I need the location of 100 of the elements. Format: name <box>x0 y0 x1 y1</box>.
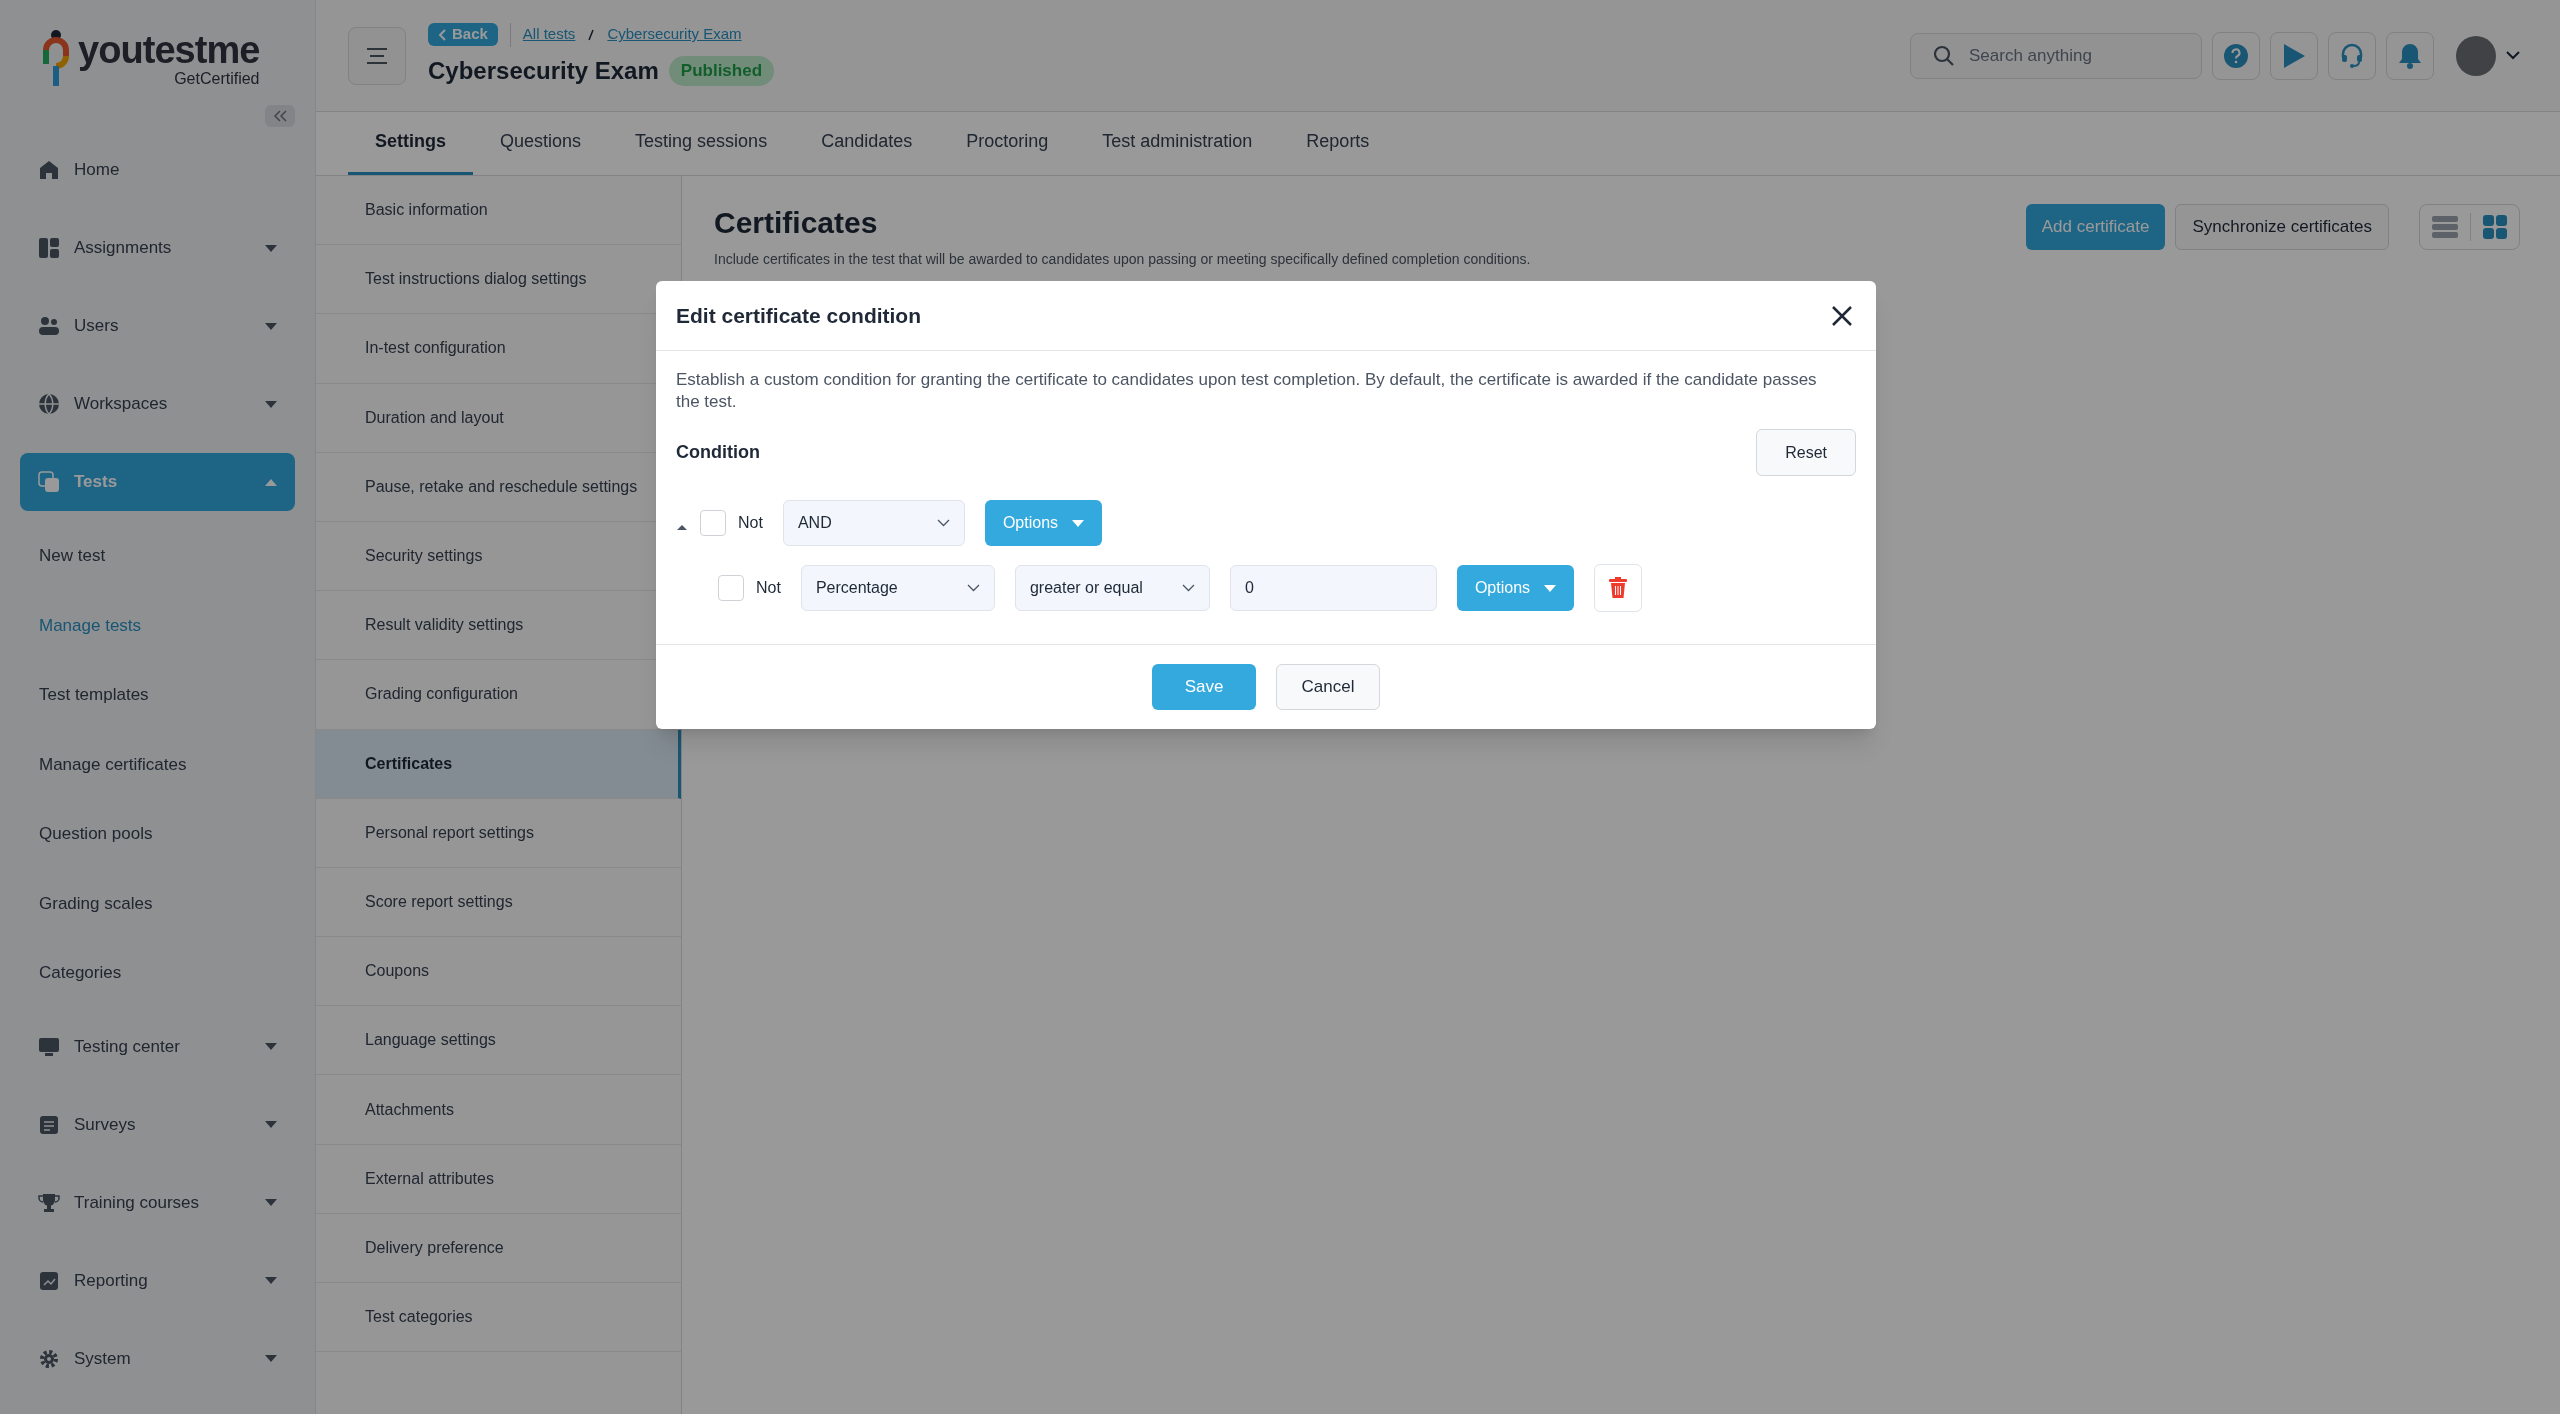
sidebar-item[interactable]: Home <box>20 141 295 199</box>
cancel-button[interactable]: Cancel <box>1276 664 1380 710</box>
delete-button[interactable] <box>1594 564 1643 612</box>
tab[interactable]: Testing sessions <box>608 111 795 175</box>
monitor-icon <box>38 1036 60 1057</box>
sidebar-item[interactable]: Surveys <box>20 1095 295 1154</box>
sidebar-item[interactable]: Workspaces <box>20 375 295 433</box>
list-icon <box>39 1114 59 1135</box>
search-icon <box>1932 43 1956 68</box>
users-icon <box>38 316 60 336</box>
notifications-button[interactable] <box>2386 31 2434 80</box>
section-title: Certificates <box>714 205 879 241</box>
dashboard-icon <box>38 237 60 259</box>
save-button[interactable]: Save <box>1152 664 1256 710</box>
sidebar-subitem[interactable]: Manage certificates <box>0 729 315 799</box>
grid-view-icon[interactable] <box>2483 215 2507 239</box>
caret-down-icon <box>265 1121 277 1128</box>
not-label: Not <box>738 513 763 533</box>
section-description: Include certificates in the test that will be awarded to candidates upon passing or meeting specifically defined completion conditions. <box>714 250 1532 269</box>
tab[interactable]: Proctoring <box>939 111 1076 175</box>
trophy-icon <box>38 1191 60 1214</box>
status-badge: Published <box>668 55 775 86</box>
sidebar-subitem[interactable]: Categories <box>0 938 315 1008</box>
comparison-select[interactable]: greater or equal <box>1014 565 1210 611</box>
sidebar-subitem[interactable]: Question pools <box>0 799 315 869</box>
list-view-icon[interactable] <box>2432 216 2458 238</box>
page-title: Cybersecurity Exam <box>428 55 659 86</box>
play-button[interactable] <box>2270 31 2318 80</box>
options-button[interactable]: Options <box>984 500 1103 546</box>
support-button[interactable] <box>2328 31 2376 80</box>
not-label: Not <box>756 578 781 598</box>
caret-down-icon <box>265 322 277 330</box>
caret-up-icon <box>265 478 277 486</box>
options-button[interactable]: Options <box>1456 565 1575 611</box>
search-field[interactable]: Search anything <box>1910 32 2202 79</box>
menu-button[interactable] <box>348 26 406 85</box>
not-checkbox[interactable] <box>700 510 726 536</box>
chevron-down-icon[interactable] <box>2506 51 2520 60</box>
tab[interactable]: Questions <box>473 111 609 175</box>
settings-menu-item[interactable]: Attachments <box>316 1075 681 1145</box>
tab[interactable]: Reports <box>1279 111 1397 175</box>
settings-menu-item[interactable]: Certificates <box>316 729 681 799</box>
caret-down-icon <box>1072 519 1085 527</box>
sidebar-item[interactable]: Reporting <box>20 1251 295 1310</box>
help-button[interactable] <box>2212 31 2260 80</box>
chevron-left-icon <box>438 28 446 41</box>
collapse-caret-icon[interactable] <box>676 523 688 531</box>
logo-wordmark: youtestme <box>78 30 260 70</box>
tab[interactable]: Candidates <box>794 111 940 175</box>
reset-button[interactable]: Reset <box>1756 429 1856 476</box>
value-input[interactable]: 0 <box>1229 565 1437 611</box>
chevron-down-icon <box>1181 584 1195 592</box>
sidebar-subitem[interactable]: Test templates <box>0 660 315 730</box>
settings-menu-item[interactable]: Score report settings <box>316 867 681 938</box>
operator-select[interactable]: AND <box>782 500 965 546</box>
gear-icon <box>38 1347 60 1370</box>
caret-down-icon <box>1544 584 1557 592</box>
menu-icon <box>365 46 389 65</box>
settings-menu-item[interactable]: Personal report settings <box>316 798 681 868</box>
collapse-sidebar-button[interactable] <box>265 105 295 127</box>
breadcrumb-separator-icon <box>587 28 596 41</box>
caret-down-icon <box>265 1355 277 1362</box>
avatar[interactable] <box>2456 35 2496 76</box>
caret-down-icon <box>265 1277 277 1284</box>
caret-down-icon <box>265 244 277 252</box>
breadcrumb-link[interactable]: All tests <box>522 23 576 46</box>
sidebar-item[interactable]: Training courses <box>20 1173 295 1232</box>
play-icon <box>2282 42 2306 69</box>
settings-menu-item[interactable]: Basic information <box>316 176 681 246</box>
globe-icon <box>38 393 60 415</box>
help-icon <box>2223 42 2249 69</box>
bell-icon <box>2397 41 2423 70</box>
breadcrumb-link[interactable]: Cybersecurity Exam <box>607 23 742 46</box>
caret-down-icon <box>265 400 277 408</box>
trash-icon <box>1609 577 1628 599</box>
double-chevron-left-icon <box>272 110 288 122</box>
settings-menu-item[interactable]: Language settings <box>316 1006 681 1076</box>
sidebar-subitem[interactable]: New test <box>0 521 315 591</box>
headset-icon <box>2340 42 2364 69</box>
caret-down-icon <box>265 1199 277 1206</box>
sidebar-item[interactable]: Assignments <box>20 219 295 277</box>
settings-menu-item[interactable]: Delivery preference <box>316 1213 681 1283</box>
synchronize-button[interactable]: Synchronize certificates <box>2175 204 2389 250</box>
settings-menu-item[interactable]: Test categories <box>316 1283 681 1353</box>
chevron-down-icon <box>966 584 980 592</box>
sidebar-subitem[interactable]: Grading scales <box>0 868 315 938</box>
field-select[interactable]: Percentage <box>800 565 995 611</box>
not-checkbox[interactable] <box>718 575 744 601</box>
sidebar-item[interactable]: Users <box>20 297 295 355</box>
chevron-down-icon <box>936 519 950 527</box>
tab[interactable]: Test administration <box>1075 111 1280 175</box>
copies-icon <box>38 471 60 493</box>
logo-tagline: GetCertified <box>174 70 260 88</box>
settings-menu-item[interactable]: Coupons <box>316 937 681 1007</box>
sidebar-item[interactable]: System <box>20 1329 295 1388</box>
settings-menu-item[interactable]: External attributes <box>316 1144 681 1214</box>
sidebar-item[interactable]: Testing center <box>20 1017 295 1076</box>
caret-down-icon <box>265 1043 277 1050</box>
home-icon <box>39 160 59 180</box>
chart-icon <box>39 1270 59 1291</box>
